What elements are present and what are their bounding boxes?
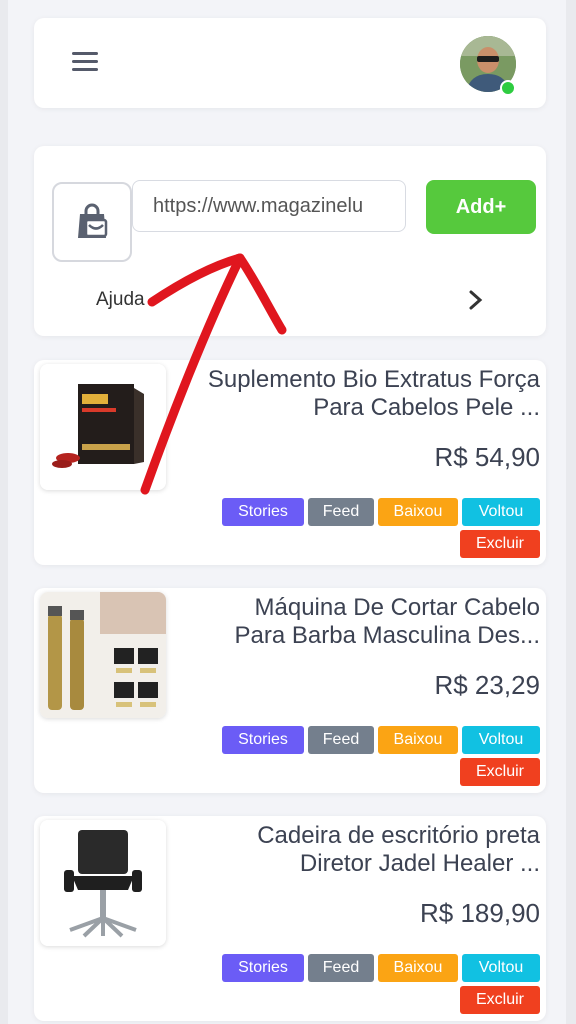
- product-card: Suplemento Bio Extratus Força Para Cabel…: [34, 360, 546, 565]
- delete-button[interactable]: Excluir: [460, 986, 540, 1014]
- product-price: R$ 23,29: [434, 670, 540, 700]
- office-chair-image: [40, 820, 166, 946]
- tag-row: Stories Feed Baixou Voltou: [222, 498, 540, 526]
- add-button[interactable]: Add+: [426, 180, 536, 234]
- baixou-button[interactable]: Baixou: [378, 498, 458, 526]
- shopping-bag-icon[interactable]: [52, 182, 132, 262]
- product-title-line2: Para Cabelos Pele ...: [313, 394, 540, 421]
- product-title[interactable]: Cadeira de escritório preta Diretor Jade…: [170, 822, 540, 878]
- product-card: Máquina De Cortar Cabelo Para Barba Masc…: [34, 588, 546, 793]
- stories-button[interactable]: Stories: [222, 498, 304, 526]
- baixou-button[interactable]: Baixou: [378, 726, 458, 754]
- tag-row: Stories Feed Baixou Voltou: [222, 726, 540, 754]
- product-card: Cadeira de escritório preta Diretor Jade…: [34, 816, 546, 1021]
- left-edge: [0, 0, 8, 1024]
- feed-button[interactable]: Feed: [308, 498, 374, 526]
- feed-button[interactable]: Feed: [308, 954, 374, 982]
- help-label: Ajuda: [96, 289, 145, 310]
- url-input[interactable]: [132, 180, 406, 232]
- product-title[interactable]: Suplemento Bio Extratus Força Para Cabel…: [170, 366, 540, 422]
- product-title-line1: Suplemento Bio Extratus Força: [207, 366, 540, 393]
- stories-button[interactable]: Stories: [222, 954, 304, 982]
- hamburger-menu-icon[interactable]: [72, 52, 98, 74]
- product-title-line2: Diretor Jadel Healer ...: [299, 850, 540, 877]
- product-title-line1: Cadeira de escritório preta: [257, 822, 540, 849]
- product-title-line1: Máquina De Cortar Cabelo: [254, 594, 540, 621]
- right-edge: [566, 0, 576, 1024]
- voltou-button[interactable]: Voltou: [462, 726, 540, 754]
- product-price: R$ 54,90: [434, 442, 540, 472]
- supplement-box-image: [40, 364, 166, 490]
- tag-row: Stories Feed Baixou Voltou: [222, 954, 540, 982]
- feed-button[interactable]: Feed: [308, 726, 374, 754]
- add-product-card: Add+ Ajuda: [34, 146, 546, 336]
- chevron-right-icon: [466, 288, 486, 317]
- voltou-button[interactable]: Voltou: [462, 954, 540, 982]
- delete-button[interactable]: Excluir: [460, 530, 540, 558]
- help-row[interactable]: Ajuda: [34, 282, 546, 318]
- top-bar: [34, 18, 546, 108]
- stories-button[interactable]: Stories: [222, 726, 304, 754]
- delete-button[interactable]: Excluir: [460, 758, 540, 786]
- online-status-dot: [500, 80, 516, 96]
- baixou-button[interactable]: Baixou: [378, 954, 458, 982]
- voltou-button[interactable]: Voltou: [462, 498, 540, 526]
- hair-clipper-image: [40, 592, 166, 718]
- product-title[interactable]: Máquina De Cortar Cabelo Para Barba Masc…: [170, 594, 540, 650]
- product-price: R$ 189,90: [420, 898, 540, 928]
- product-title-line2: Para Barba Masculina Des...: [234, 622, 540, 649]
